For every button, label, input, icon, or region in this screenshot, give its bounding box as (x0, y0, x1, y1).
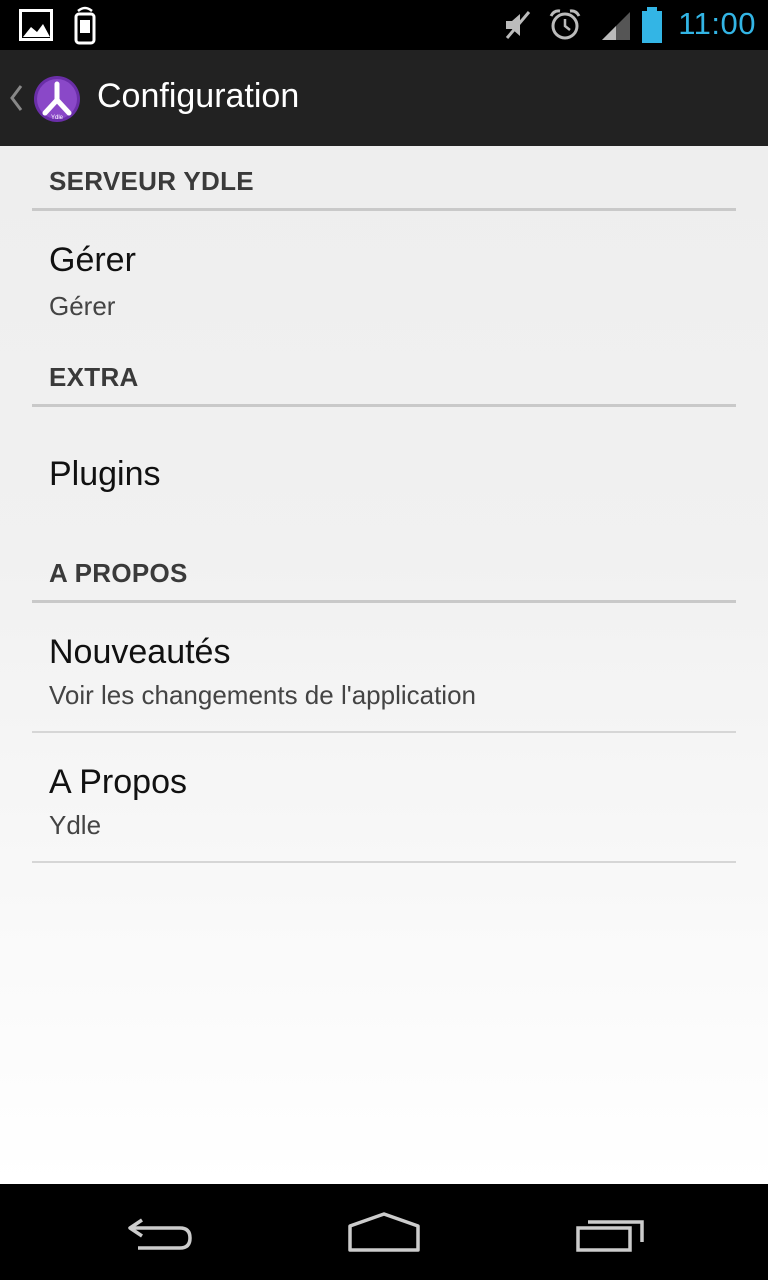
back-icon[interactable] (122, 1208, 198, 1256)
pref-title: A Propos (49, 763, 187, 801)
category-extra: EXTRA (32, 342, 736, 407)
navigation-bar (0, 1184, 768, 1280)
status-bar: 11:00 (0, 0, 768, 50)
alarm-icon (549, 9, 581, 40)
divider (32, 861, 736, 863)
category-title: A PROPOS (49, 558, 188, 588)
image-icon (19, 9, 53, 41)
preferences-list: SERVEUR YDLE Gérer Gérer EXTRA Plugins A… (0, 146, 768, 1184)
pref-title: Gérer (49, 241, 136, 279)
category-title: SERVEUR YDLE (49, 166, 254, 196)
app-logo-icon[interactable]: Ydle (33, 75, 81, 123)
pref-manage[interactable]: Gérer Gérer (32, 211, 736, 339)
pref-summary: Voir les changements de l'application (49, 680, 477, 710)
mute-icon (505, 11, 531, 39)
pref-title: Nouveautés (49, 633, 231, 671)
pref-summary: Ydle (49, 810, 102, 840)
category-about: A PROPOS (32, 538, 736, 603)
status-time: 11:00 (678, 6, 756, 41)
pref-plugins[interactable]: Plugins (32, 407, 736, 539)
category-title: EXTRA (49, 362, 139, 392)
pref-title: Plugins (49, 455, 161, 493)
up-caret-icon[interactable] (8, 83, 24, 113)
svg-text:Ydle: Ydle (51, 115, 64, 121)
pref-about[interactable]: A Propos Ydle (32, 733, 736, 861)
battery-icon (642, 7, 662, 43)
phone-vibrate-icon (74, 6, 96, 45)
category-server: SERVEUR YDLE (32, 146, 736, 211)
page-title: Configuration (97, 77, 300, 115)
signal-icon (602, 12, 630, 40)
recent-apps-icon[interactable] (574, 1208, 646, 1256)
pref-news[interactable]: Nouveautés Voir les changements de l'app… (32, 603, 736, 731)
home-icon[interactable] (344, 1208, 424, 1256)
pref-summary: Gérer (49, 291, 116, 321)
action-bar: Ydle Configuration (0, 50, 768, 147)
